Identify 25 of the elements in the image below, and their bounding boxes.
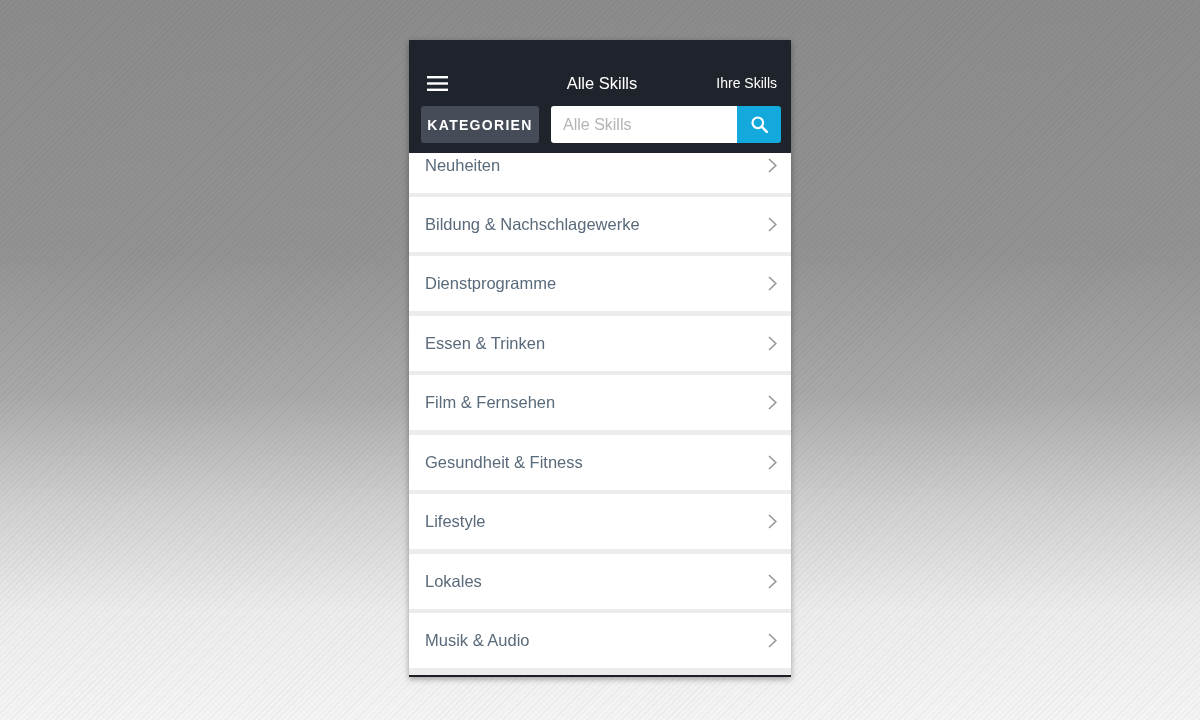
category-item[interactable]: Musik & Audio	[409, 613, 791, 668]
chevron-right-icon	[768, 573, 777, 589]
your-skills-link[interactable]: Ihre Skills	[716, 75, 777, 91]
chevron-right-icon	[768, 276, 777, 292]
chevron-right-icon	[768, 335, 777, 351]
chevron-right-icon	[768, 157, 777, 173]
category-item[interactable]: Gesundheit & Fitness	[409, 434, 791, 490]
category-item[interactable]: Lokales	[409, 553, 791, 609]
search-button[interactable]	[737, 106, 781, 143]
chevron-right-icon	[768, 633, 777, 648]
categories-button[interactable]: KATEGORIEN	[421, 106, 539, 143]
category-item[interactable]: Film & Fernsehen	[409, 375, 791, 431]
chevron-right-icon	[768, 216, 777, 232]
page-title: Alle Skills	[566, 73, 638, 93]
category-item[interactable]: Bildung & Nachschlagewerke	[409, 196, 791, 252]
search-icon	[750, 116, 768, 133]
category-item[interactable]: Essen & Trinken	[409, 315, 791, 371]
search-field[interactable]: Alle Skills	[551, 106, 737, 143]
chevron-right-icon	[768, 395, 777, 411]
chevron-right-icon	[768, 514, 777, 530]
chevron-right-icon	[768, 454, 777, 470]
category-item[interactable]: Dienstprogramme	[409, 256, 791, 312]
menu-icon[interactable]	[427, 75, 448, 91]
category-item[interactable]: Lifestyle	[409, 494, 791, 550]
category-item[interactable]: Neuheiten	[409, 153, 791, 193]
